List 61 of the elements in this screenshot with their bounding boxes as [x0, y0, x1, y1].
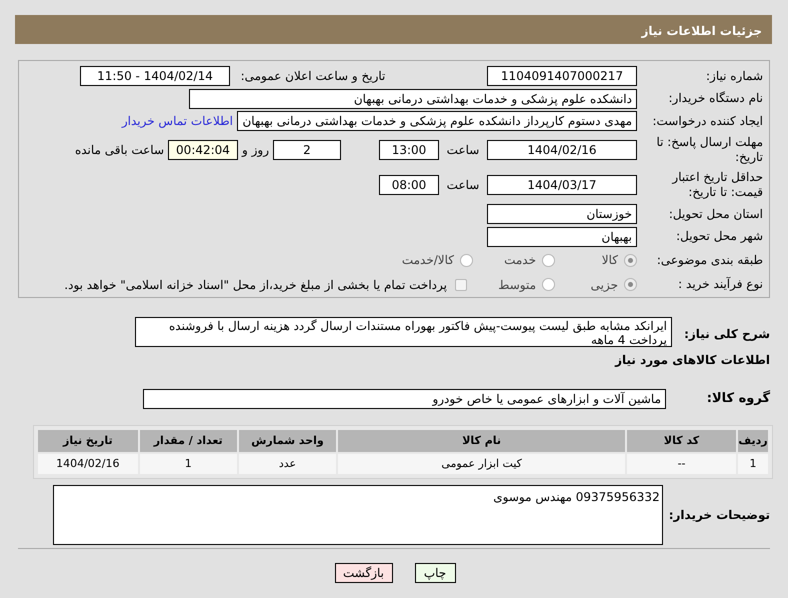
description-field: ایرانکد مشابه طبق لیست پیوست-پیش فاکتور بهوراه مستندات ارسال گردد هزینه ارسال با فروشنده پرداخت 4 ماهه [135, 317, 672, 347]
section-heading: اطلاعات کالاهای مورد نیاز [615, 352, 770, 369]
province-field: خوزستان [487, 204, 637, 224]
checkbox[interactable] [455, 278, 467, 291]
field-label: نوع فرآیند خرید : [677, 277, 763, 292]
field-label: نام دستگاه خریدار: [668, 91, 763, 106]
radio-button[interactable] [542, 278, 555, 292]
table-cell: 1 [140, 454, 237, 474]
field-label: شرح کلی نیاز: [683, 326, 770, 343]
treasury-note: پرداخت تمام یا بخشی از مبلغ خرید،از محل "اسناد خزانه اسلامی" خواهد بود. [64, 276, 447, 294]
column-header: نام کالا [338, 430, 626, 452]
field-label: تاریخ و ساعت اعلان عمومی: [240, 68, 386, 86]
header-title: جزئیات اطلاعات نیاز [641, 23, 762, 40]
field-label: توضیحات خریدار: [668, 507, 770, 524]
date-field: 1404/02/16 [487, 140, 637, 160]
column-header: تاریخ نیاز [38, 430, 138, 452]
radio-button[interactable] [542, 254, 555, 267]
radio-button[interactable] [624, 254, 637, 267]
table-cell: کیت ابزار عمومی [338, 454, 626, 474]
column-header: کد کالا [627, 430, 736, 452]
field-label: ساعت [446, 142, 480, 160]
remaining-time-field: 00:42:04 [168, 140, 238, 160]
column-header: ردیف [738, 430, 768, 452]
radio-button[interactable] [460, 254, 473, 267]
column-header: تعداد / مقدار [140, 430, 237, 452]
contact-link[interactable]: اطلاعات تماس خریدار [122, 112, 233, 130]
announcement-field: 1404/02/14 - 11:50 [80, 66, 230, 86]
requester-field: مهدی دستوم کارپرداز دانشکده علوم پزشکی و خدمات بهداشتی درمانی بهبهان [237, 111, 637, 132]
field-label: حداقل تاریخ اعتبار قیمت: تا تاریخ: [670, 170, 763, 200]
table-cell: 1 [738, 454, 768, 474]
option-label: كالا/خدمت [402, 252, 454, 270]
print-button[interactable]: چاپ [414, 563, 456, 583]
time-field: 08:00 [379, 175, 439, 196]
option-label: خدمت [504, 252, 536, 270]
need-number-field: 1104091407000217 [487, 66, 637, 86]
option-label: متوسط [498, 276, 536, 294]
date-field: 1404/03/17 [487, 175, 637, 196]
field-label: مهلت ارسال پاسخ: تا تاریخ: [655, 135, 763, 166]
back-button[interactable]: بازگشت [334, 563, 392, 583]
city-field: بهبهان [487, 226, 637, 247]
field-label: طبقه بندی موضوعی: [656, 252, 763, 268]
field-label: ساعت باقی مانده [74, 142, 164, 160]
field-label: ساعت [446, 177, 480, 194]
time-field: 13:00 [379, 140, 439, 160]
field-label: روز و [242, 142, 269, 160]
field-label: ایجاد کننده درخواست: [651, 114, 763, 129]
table-cell: عدد [238, 454, 336, 474]
field-label: استان محل تحویل: [668, 206, 763, 222]
buyer-org-field: دانشکده علوم پزشکی و خدمات بهداشتی درمانی بهبهان [189, 88, 637, 109]
field-label: شهر محل تحویل: [675, 229, 763, 244]
buyer-notes-field: 09375956332 مهندس موسوی [52, 485, 663, 545]
table-cell: 1404/02/16 [38, 454, 138, 474]
radio-button[interactable] [624, 278, 637, 292]
column-header: واحد شمارش [238, 430, 336, 452]
option-label: كالا [602, 252, 618, 270]
days-field: 2 [273, 140, 341, 160]
option-label: جزیی [590, 276, 618, 294]
goods-group-field: ماشین آلات و ابزارهای عمومی یا خاص خودرو [143, 389, 666, 409]
field-label: گروه کالا: [706, 389, 770, 408]
table-cell: -- [627, 454, 736, 474]
field-label: شماره نیاز: [705, 68, 763, 84]
